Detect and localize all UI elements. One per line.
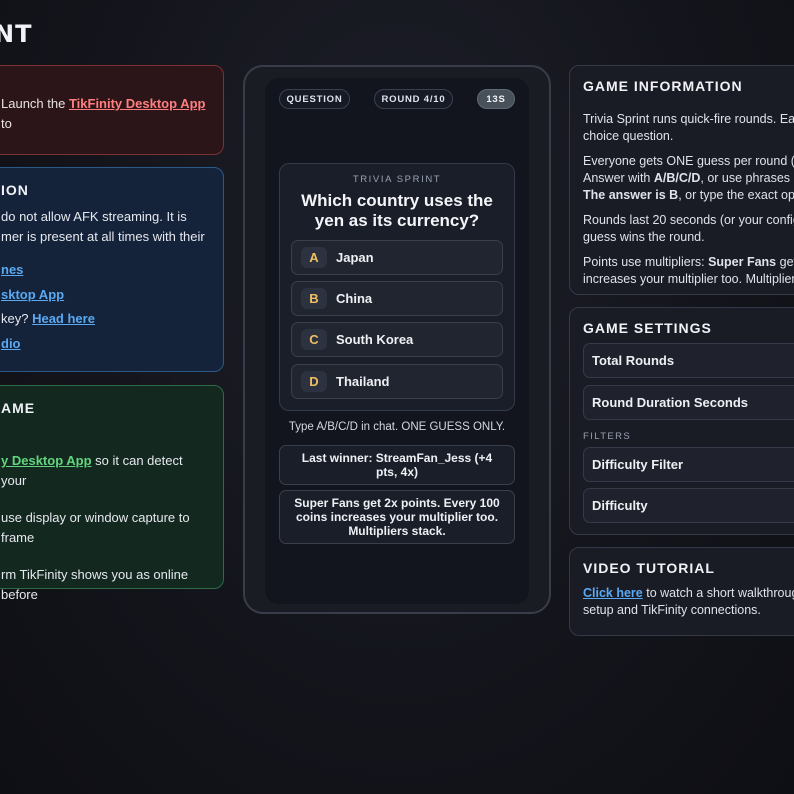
game-setup-title: AME [1, 400, 36, 416]
last-winner-box: Last winner: StreamFan_Jess (+4 pts, 4x) [279, 445, 515, 485]
game-settings-title: GAME SETTINGS [583, 320, 712, 336]
chat-hint: Type A/B/C/D in chat. ONE GUESS ONLY. [288, 421, 506, 433]
timer-pill: 13S [477, 89, 515, 109]
info-card-title: ION [1, 182, 29, 198]
games-link[interactable]: nes [1, 262, 23, 277]
desktop-app-step-link[interactable]: y Desktop App [1, 453, 92, 468]
game-info-paragraph: Everyone gets ONE guess per round (firs A… [583, 154, 794, 202]
game-info-paragraph: Rounds last 20 seconds (or your configu g… [583, 213, 794, 244]
difficulty-filter-setting[interactable]: Difficulty Filter [583, 447, 794, 482]
round-duration-setting[interactable]: Round Duration Seconds [583, 385, 794, 420]
question-label: TRIVIA SPRINT [352, 174, 442, 185]
game-info-paragraph: Trivia Sprint runs quick-fire rounds. Ea… [583, 112, 794, 143]
option-text: Thailand [336, 374, 390, 389]
option-letter: A [301, 247, 327, 268]
question-text: Which country uses the yen as its curren… [301, 191, 493, 230]
studio-link[interactable]: dio [1, 336, 21, 351]
setup-steps: y Desktop App so it can detect your use … [1, 451, 211, 604]
total-rounds-setting[interactable]: Total Rounds [583, 343, 794, 378]
game-settings-card: GAME SETTINGS Total Rounds Round Duratio… [569, 307, 794, 535]
game-info-paragraph: Points use multipliers: Super Fans get 2… [583, 255, 794, 286]
option-d[interactable]: D Thailand [291, 364, 503, 399]
game-information-title: GAME INFORMATION [583, 78, 743, 94]
option-letter: D [301, 371, 327, 392]
info-card-text: do not allow AFK streaming. It is mer is… [1, 209, 205, 244]
option-b[interactable]: B China [291, 281, 503, 316]
multiplier-note-box: Super Fans get 2x points. Every 100 coin… [279, 490, 515, 544]
page-title: NT [0, 20, 33, 48]
option-text: South Korea [336, 332, 414, 347]
video-tutorial-title: VIDEO TUTORIAL [583, 560, 715, 576]
info-card: ION do not allow AFK streaming. It is me… [0, 167, 224, 372]
tikfinity-app-link[interactable]: TikFinity Desktop App [69, 96, 206, 111]
info-link-list: nes sktop App key? Head here dio [1, 262, 95, 351]
alert-text: Launch the TikFinity Desktop App to [1, 96, 206, 131]
setup-step-online: rm TikFinity shows you as online before [1, 567, 189, 602]
option-letter: C [301, 329, 327, 350]
option-text: Japan [336, 250, 374, 265]
difficulty-setting[interactable]: Difficulty [583, 488, 794, 523]
video-tutorial-text: Click here to watch a short walkthrough s… [583, 586, 794, 617]
video-tutorial-card: VIDEO TUTORIAL Click here to watch a sho… [569, 547, 794, 636]
round-pill: ROUND 4/10 [374, 89, 453, 109]
game-setup-card: AME y Desktop App so it can detect your … [0, 385, 224, 602]
alert-card: Launch the TikFinity Desktop App to [0, 65, 224, 155]
option-text: China [336, 291, 373, 306]
option-a[interactable]: A Japan [291, 240, 503, 275]
filters-label: FILTERS [583, 431, 632, 442]
option-letter: B [301, 288, 327, 309]
head-here-link[interactable]: Head here [32, 311, 95, 326]
question-pill: QUESTION [279, 89, 350, 109]
option-c[interactable]: C South Korea [291, 322, 503, 357]
desktop-app-link[interactable]: sktop App [1, 287, 64, 302]
game-information-card: GAME INFORMATION Trivia Sprint runs quic… [569, 65, 794, 295]
setup-step-capture: use display or window capture to frame [1, 510, 190, 545]
video-tutorial-link[interactable]: Click here [583, 586, 643, 600]
